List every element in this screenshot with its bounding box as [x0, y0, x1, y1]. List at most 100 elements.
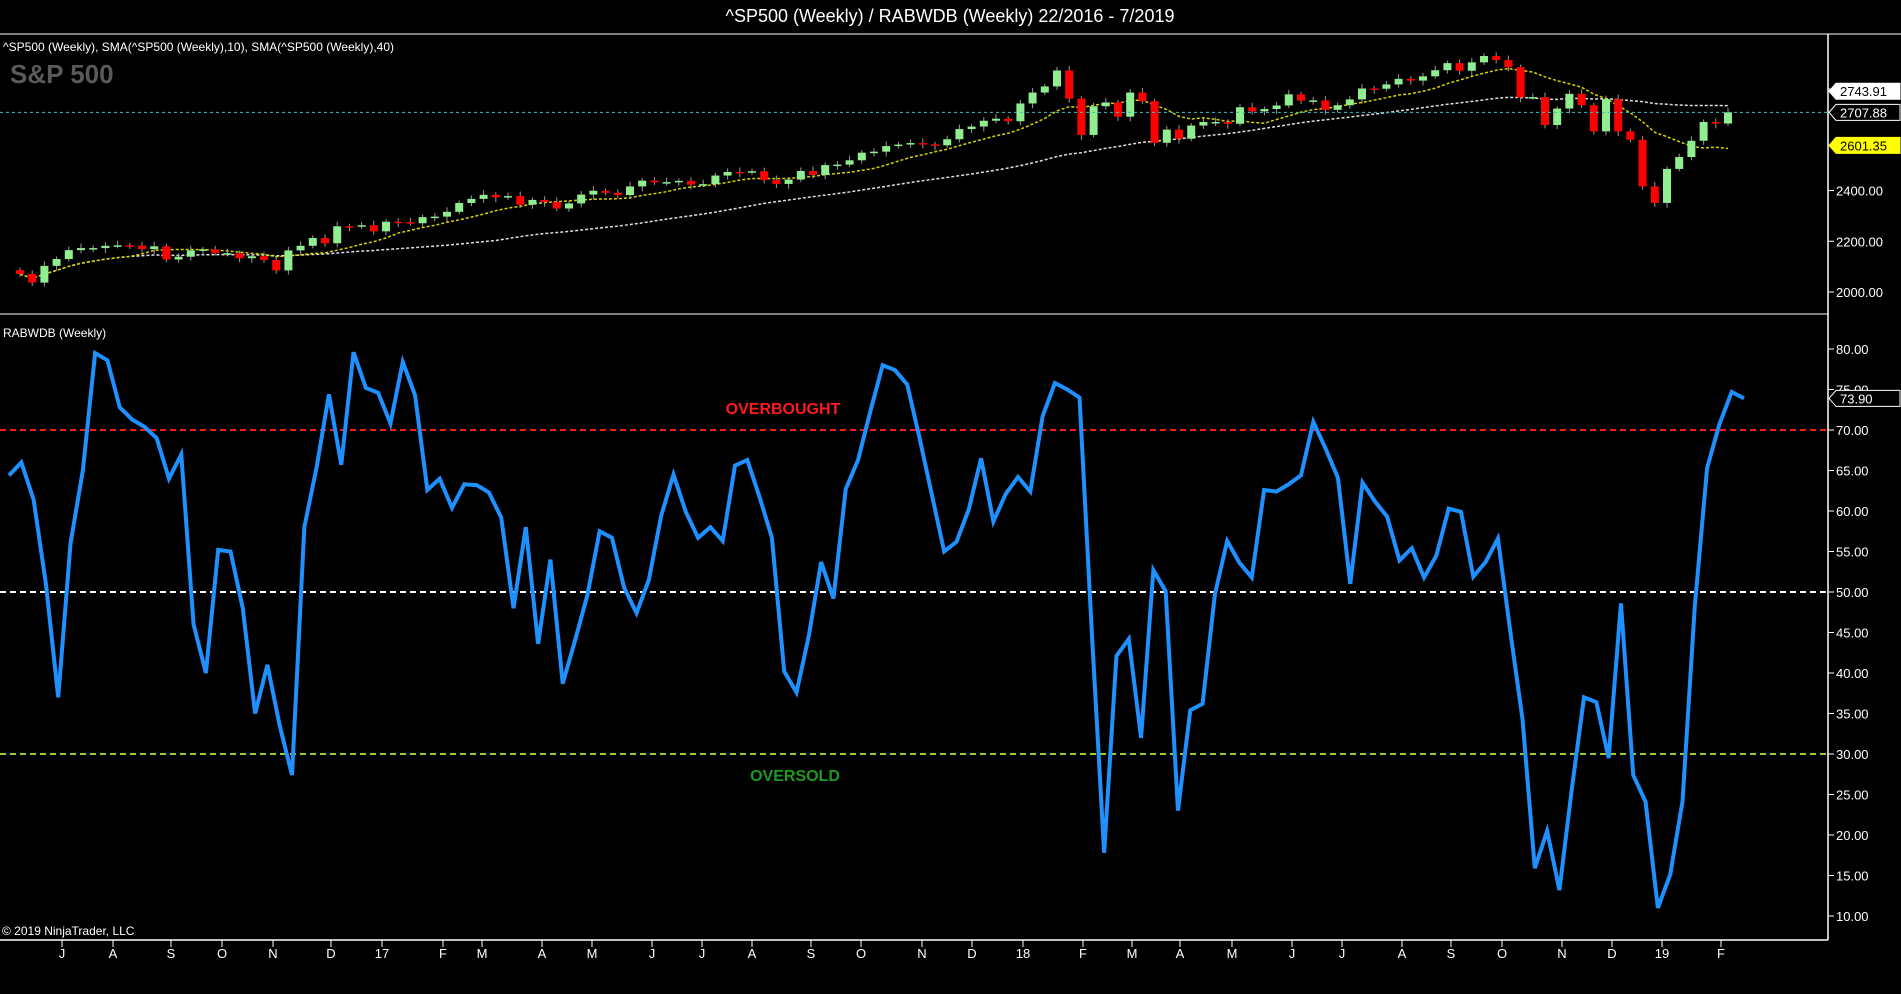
rabwdb-tick-label: 50.00: [1836, 585, 1869, 600]
rabwdb-tick-label: 40.00: [1836, 666, 1869, 681]
price-tick-label: 2200.00: [1836, 234, 1883, 249]
x-tick-label: S: [167, 946, 176, 961]
sma10-line: [19, 67, 1729, 280]
candle-up: [979, 120, 988, 127]
candle-up: [418, 217, 427, 224]
chart-title: ^SP500 (Weekly) / RABWDB (Weekly) 22/201…: [726, 6, 1175, 26]
x-tick-label: 19: [1655, 946, 1669, 961]
candle-up: [857, 152, 866, 161]
x-tick-label: M: [587, 946, 598, 961]
candle-up: [1162, 129, 1171, 143]
candle-up: [333, 226, 342, 244]
candle-down: [650, 180, 659, 183]
candle-down: [162, 246, 171, 260]
candle-down: [1589, 105, 1598, 132]
rabwdb-tick-label: 15.00: [1836, 869, 1869, 884]
candle-up: [906, 143, 915, 145]
candle-up: [1480, 56, 1488, 63]
rabwdb-tick-label: 65.00: [1836, 464, 1869, 479]
watermark-sp500: S&P 500: [10, 59, 114, 89]
candle-up: [1419, 76, 1427, 81]
candle-down: [1150, 101, 1159, 143]
candle-up: [1382, 84, 1391, 89]
candle-up: [467, 198, 476, 203]
candle-down: [1650, 186, 1659, 203]
price-tick-label: 2000.00: [1836, 285, 1883, 300]
candle-up: [1101, 102, 1110, 107]
candle-up: [1699, 121, 1708, 141]
candle-down: [772, 180, 781, 184]
candle-up: [1272, 105, 1281, 110]
candle-down: [369, 225, 378, 232]
x-tick-label: A: [538, 946, 547, 961]
candle-up: [113, 245, 122, 247]
candle-down: [1638, 139, 1647, 187]
candle-up: [89, 248, 98, 250]
candle-down: [735, 171, 744, 174]
candle-up: [186, 250, 195, 257]
x-tick-label: D: [326, 946, 335, 961]
candle-up: [1284, 94, 1293, 106]
candle-up: [1663, 168, 1671, 203]
candle-down: [601, 190, 610, 193]
candle-up: [589, 190, 598, 195]
candle-up: [1467, 62, 1476, 71]
sma10-price-label: 2601.35: [1840, 138, 1887, 153]
candle-down: [1541, 97, 1549, 126]
candle-up: [711, 175, 720, 185]
candle-up: [1358, 88, 1366, 100]
candle-up: [382, 221, 390, 232]
x-tick-label: J: [59, 946, 66, 961]
candle-up: [77, 248, 85, 251]
rabwdb-tick-label: 30.00: [1836, 747, 1869, 762]
candle-up: [674, 180, 683, 183]
candle-down: [1321, 100, 1330, 110]
rabwdb-tick-label: 70.00: [1836, 423, 1869, 438]
x-tick-label: 18: [1016, 946, 1030, 961]
candle-up: [101, 245, 110, 249]
candle-up: [1053, 70, 1061, 87]
candle-up: [455, 202, 464, 212]
rabwdb-tick-label: 45.00: [1836, 626, 1869, 641]
x-tick-label: A: [748, 946, 757, 961]
candle-up: [565, 203, 573, 209]
rabwdb-tick-label: 10.00: [1836, 909, 1869, 924]
candle-up: [1553, 108, 1562, 126]
x-tick-label: A: [1398, 946, 1407, 961]
candle-up: [638, 180, 647, 187]
candle-down: [1406, 78, 1415, 81]
candle-up: [992, 118, 1000, 121]
candle-up: [784, 179, 793, 184]
x-tick-label: A: [109, 946, 118, 961]
x-tick-label: M: [1127, 946, 1138, 961]
candle-down: [406, 222, 415, 224]
candle-up: [1260, 109, 1269, 112]
candle-down: [1114, 102, 1122, 117]
candle-up: [1431, 70, 1440, 77]
x-tick-label: M: [477, 946, 488, 961]
candle-up: [955, 129, 964, 140]
candle-up: [528, 199, 537, 205]
candle-down: [540, 199, 549, 202]
chart-canvas: ^SP500 (Weekly) / RABWDB (Weekly) 22/201…: [0, 6, 1901, 961]
candle-down: [321, 237, 329, 244]
candle-up: [943, 139, 952, 146]
candle-down: [1504, 60, 1513, 68]
candle-up: [247, 256, 256, 259]
candle-down: [211, 249, 220, 254]
sma40-line: [19, 96, 1729, 280]
candle-down: [552, 201, 561, 209]
x-tick-label: J: [699, 946, 706, 961]
candle-down: [1077, 98, 1086, 135]
candle-down: [687, 180, 695, 185]
candle-up: [1675, 157, 1684, 169]
candle-up: [1333, 105, 1342, 110]
candle-up: [748, 171, 756, 173]
candle-down: [931, 144, 939, 146]
candle-up: [504, 196, 512, 198]
price-tick-label: 2400.00: [1836, 184, 1883, 199]
x-tick-label: N: [1557, 946, 1566, 961]
x-tick-label: D: [1607, 946, 1616, 961]
candle-down: [1138, 92, 1147, 102]
candle-up: [1309, 100, 1318, 102]
